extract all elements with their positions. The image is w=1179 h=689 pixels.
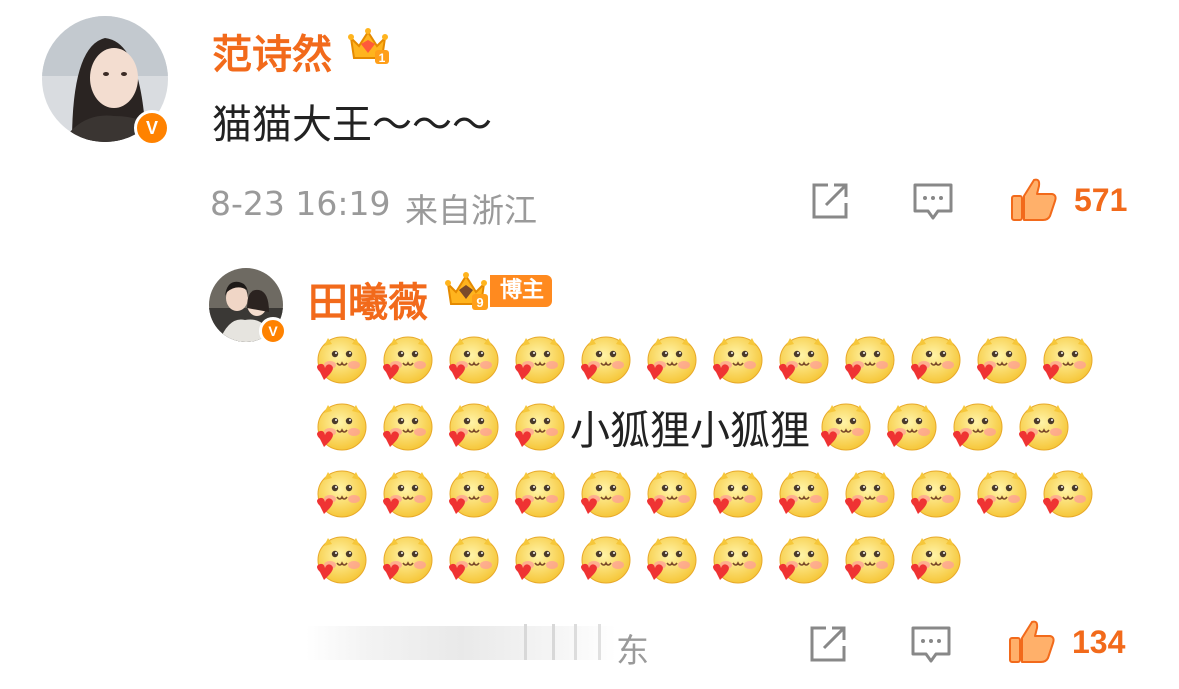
blushing-heart-emoji: [378, 466, 434, 522]
blushing-heart-emoji: [1038, 466, 1094, 522]
blushing-heart-emoji: [312, 399, 368, 455]
blushing-heart-emoji: [576, 332, 632, 388]
share-icon[interactable]: [810, 181, 852, 221]
svg-text:9: 9: [476, 295, 483, 310]
blushing-heart-emoji: [882, 399, 938, 455]
host-badge: 9 博主: [444, 270, 553, 312]
blushing-heart-emoji: [972, 332, 1028, 388]
blushing-heart-emoji: [576, 466, 632, 522]
blushing-heart-emoji: [816, 399, 872, 455]
blushing-heart-emoji: [774, 332, 830, 388]
blushing-heart-emoji: [1038, 332, 1094, 388]
blushing-heart-emoji: [312, 466, 368, 522]
blushing-heart-emoji: [948, 399, 1004, 455]
crown-level-1-icon: 1: [345, 24, 391, 66]
blushing-heart-emoji: [444, 332, 500, 388]
blushing-heart-emoji: [906, 332, 962, 388]
emoji-row: [312, 330, 1104, 390]
blushing-heart-emoji: [840, 466, 896, 522]
blushing-heart-emoji: [642, 532, 698, 588]
comment-date: 8-23 16:19: [210, 184, 391, 223]
commenter-username[interactable]: 范诗然: [212, 22, 332, 80]
verified-badge: V: [134, 110, 170, 146]
comment-text: 猫猫大王～～～: [212, 102, 492, 148]
blushing-heart-emoji: [840, 532, 896, 588]
blushing-heart-emoji: [312, 532, 368, 588]
like-icon[interactable]: [1010, 176, 1058, 222]
blushing-heart-emoji: [708, 466, 764, 522]
like-icon[interactable]: [1008, 618, 1056, 664]
emoji-row: 小狐狸小狐狸: [312, 397, 1080, 457]
share-icon[interactable]: [808, 624, 850, 664]
blurred-lines: [522, 624, 612, 660]
svg-text:1: 1: [379, 51, 386, 65]
blushing-heart-emoji: [840, 332, 896, 388]
blushing-heart-emoji: [510, 332, 566, 388]
crown-level-9-icon: 9: [444, 270, 498, 312]
blushing-heart-emoji: [906, 532, 962, 588]
blushing-heart-emoji: [510, 466, 566, 522]
blushing-heart-emoji: [444, 532, 500, 588]
blushing-heart-emoji: [642, 332, 698, 388]
blushing-heart-emoji: [444, 466, 500, 522]
blushing-heart-emoji: [774, 466, 830, 522]
blushing-heart-emoji: [1014, 399, 1070, 455]
verified-badge: V: [259, 317, 287, 345]
comment-location: 来自浙江: [405, 191, 537, 230]
blushing-heart-emoji: [708, 332, 764, 388]
reply-inline-text: 小狐狸小狐狸: [570, 408, 810, 454]
blushing-heart-emoji: [906, 466, 962, 522]
blushing-heart-emoji: [312, 332, 368, 388]
blushing-heart-emoji: [774, 532, 830, 588]
comment-icon[interactable]: [910, 624, 952, 666]
blushing-heart-emoji: [510, 399, 566, 455]
reply-location-fragment: 东: [616, 631, 649, 670]
like-count: 134: [1072, 624, 1126, 660]
emoji-row: [312, 530, 972, 590]
blushing-heart-emoji: [708, 532, 764, 588]
blushing-heart-emoji: [576, 532, 632, 588]
emoji-row: [312, 464, 1104, 524]
blushing-heart-emoji: [444, 399, 500, 455]
blushing-heart-emoji: [378, 399, 434, 455]
like-count: 571: [1074, 182, 1128, 218]
blushing-heart-emoji: [510, 532, 566, 588]
host-tag: 博主: [490, 275, 553, 307]
blushing-heart-emoji: [642, 466, 698, 522]
comment-icon[interactable]: [912, 181, 954, 223]
replier-username[interactable]: 田曦薇: [308, 270, 428, 328]
blushing-heart-emoji: [378, 532, 434, 588]
blushing-heart-emoji: [378, 332, 434, 388]
blushing-heart-emoji: [972, 466, 1028, 522]
